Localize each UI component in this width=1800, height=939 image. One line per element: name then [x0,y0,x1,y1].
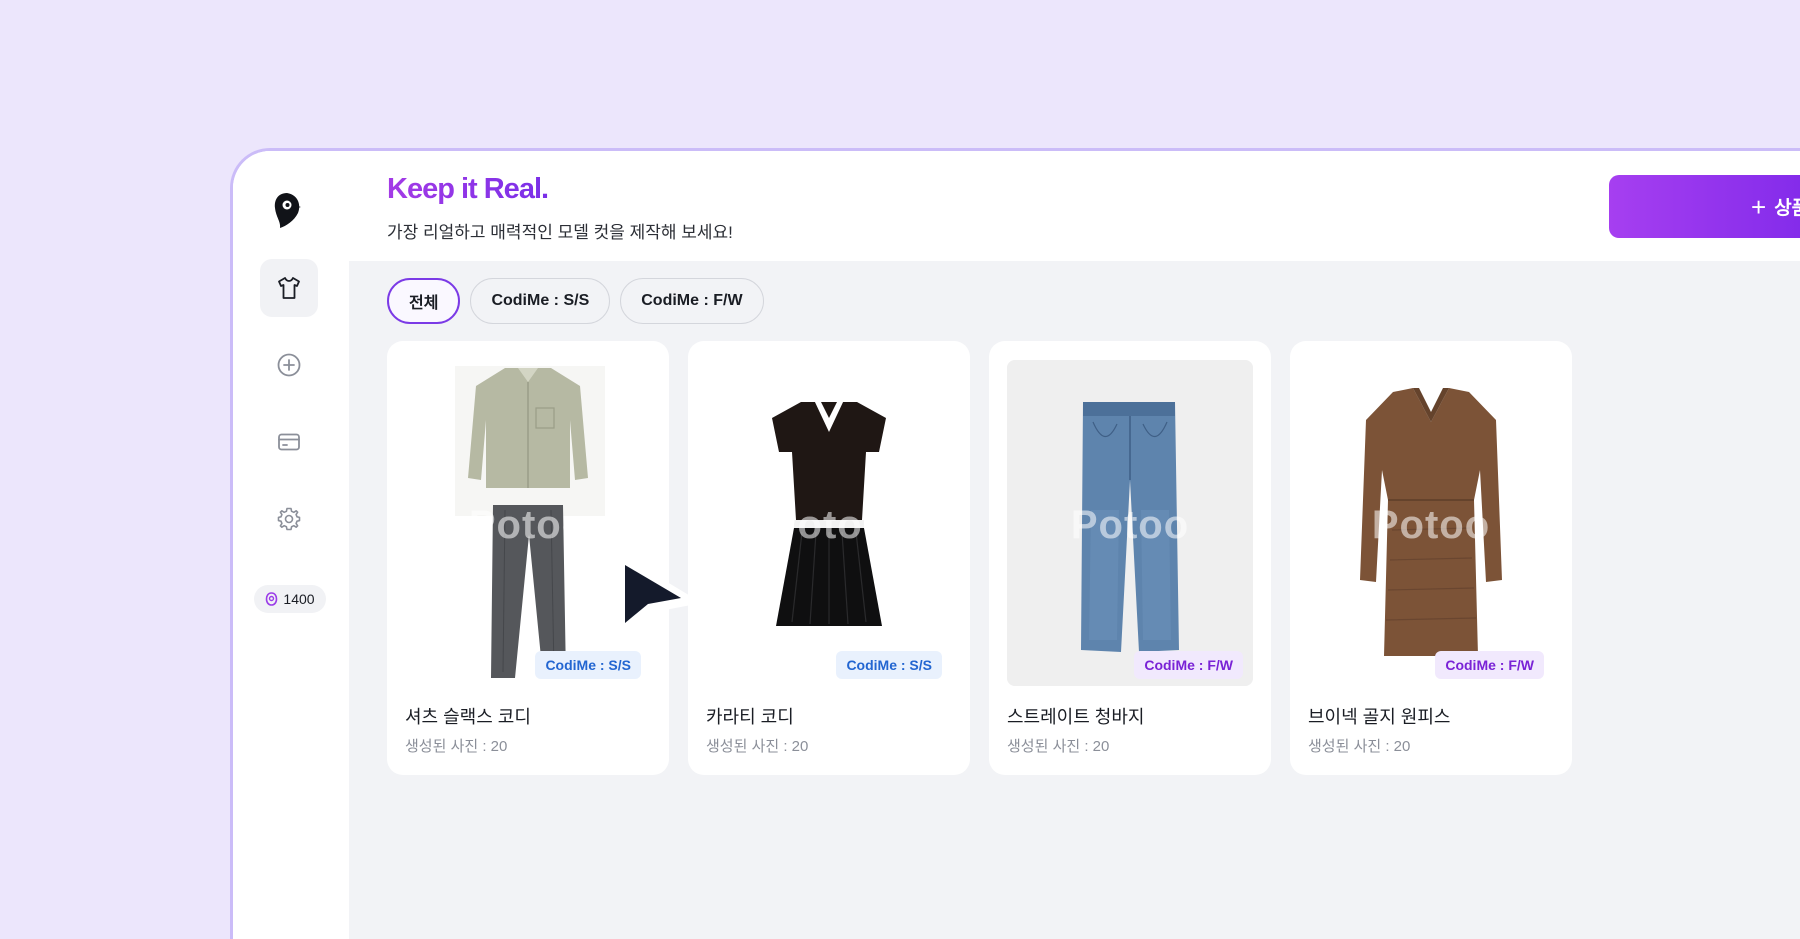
product-title: 브이넥 골지 원피스 [1308,707,1451,727]
product-image: Potoo [1308,360,1554,686]
category-badge: CodiMe : S/S [535,651,641,679]
gear-icon [277,507,301,531]
category-badge: CodiMe : F/W [1435,651,1544,679]
generated-count: 생성된 사진 : 20 [405,738,508,755]
add-product-label: 상품 추가 [1774,198,1800,219]
category-badge: CodiMe : S/S [836,651,942,679]
product-image: Potoo [405,360,651,686]
tab-codime-fw[interactable]: CodiMe : F/W [620,278,764,324]
product-title: 스트레이트 청바지 [1007,707,1145,727]
product-title: 셔츠 슬랙스 코디 [405,707,531,727]
brand-subtitle: 가장 리얼하고 매력적인 모델 컷을 제작해 보세요! [387,223,733,242]
product-card[interactable]: Potoo CodiMe : S/S 카라티 코디 생성된 사진 : 20 [688,341,970,775]
add-product-button[interactable]: + 상품 추가 [1609,175,1800,238]
category-badge: CodiMe : F/W [1134,651,1243,679]
plus-circle-icon [277,353,301,377]
potoo-logo[interactable] [272,191,302,229]
brand-title: Keep it Real. [387,173,549,205]
credit-icon [266,592,278,606]
card-icon [278,433,300,451]
product-card[interactable]: Potoo CodiMe : F/W 스트레이트 청바지 생성된 사진 : 20 [989,341,1271,775]
product-area: 전체 CodiMe : S/S CodiMe : F/W Potoo CodiM… [349,261,1800,939]
sidebar-item-billing[interactable] [260,413,318,471]
generated-count: 생성된 사진 : 20 [1308,738,1411,755]
watermark: Potoo [1070,503,1190,547]
sidebar-item-settings[interactable] [260,490,318,548]
generated-count: 생성된 사진 : 20 [1007,738,1110,755]
credit-balance: 1400 [254,585,326,613]
generated-count: 생성된 사진 : 20 [706,738,809,755]
page-header: Keep it Real. 가장 리얼하고 매력적인 모델 컷을 제작해 보세요… [349,151,1800,261]
watermark: Potoo [468,503,588,547]
plus-icon: + [1751,191,1767,222]
tab-codime-ss[interactable]: CodiMe : S/S [470,278,611,324]
watermark: Potoo [1371,503,1491,547]
watermark: Potoo [769,503,889,547]
app-window: 1400 Keep it Real. 가장 리얼하고 매력적인 모델 컷을 제작… [230,148,1800,939]
product-image: Potoo [1007,360,1253,686]
product-title: 카라티 코디 [706,707,794,727]
credit-amount: 1400 [283,591,315,607]
sidebar: 1400 [233,151,349,939]
filter-tabs: 전체 CodiMe : S/S CodiMe : F/W [387,278,764,324]
pointer-cursor-icon [617,555,695,635]
product-card[interactable]: Potoo CodiMe : F/W 브이넥 골지 원피스 생성된 사진 : 2… [1290,341,1572,775]
shirt-icon [278,277,300,299]
product-grid: Potoo CodiMe : S/S 셔츠 슬랙스 코디 생성된 사진 : 20… [387,341,1572,775]
sidebar-item-add[interactable] [260,336,318,394]
sidebar-item-products[interactable] [260,259,318,317]
product-image: Potoo [706,360,952,686]
tab-all[interactable]: 전체 [387,278,461,324]
